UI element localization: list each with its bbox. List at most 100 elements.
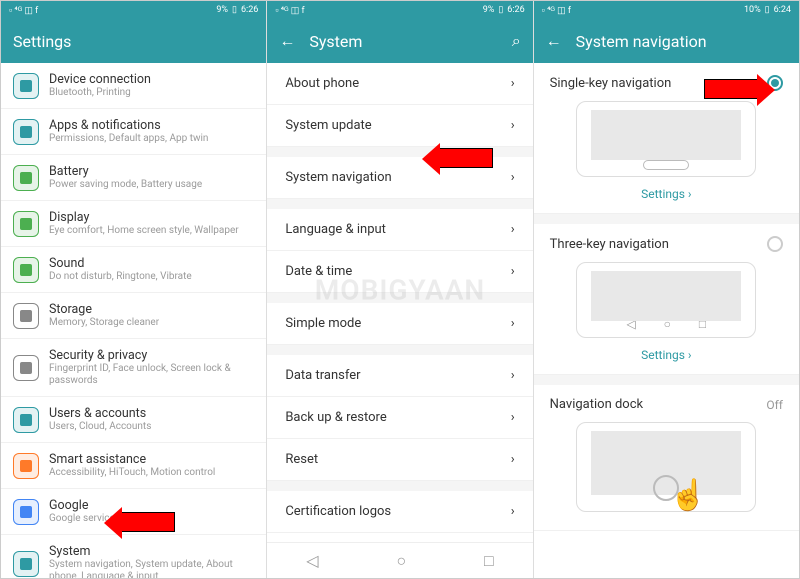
item-sub: Power saving mode, Battery usage xyxy=(49,179,254,191)
back-icon[interactable]: ← xyxy=(279,31,295,51)
settings-item[interactable]: Security & privacyFingerprint ID, Face u… xyxy=(1,339,266,397)
system-item[interactable]: System update › xyxy=(267,105,532,147)
preview-threekey: ◁○□ xyxy=(576,262,756,338)
settings-item[interactable]: Apps & notificationsPermissions, Default… xyxy=(1,109,266,155)
item-label: Storage xyxy=(49,302,254,317)
sysnav-content: Single-key navigation Settings › Three-k… xyxy=(534,63,799,578)
item-label: Reset xyxy=(285,452,318,467)
settings-item[interactable]: BatteryPower saving mode, Battery usage xyxy=(1,155,266,201)
item-label: Simple mode xyxy=(285,316,361,331)
page-title: System navigation xyxy=(576,32,787,51)
page-title: Settings xyxy=(13,32,254,51)
item-sub: Eye comfort, Home screen style, Wallpape… xyxy=(49,225,254,237)
system-item[interactable]: Date & time › xyxy=(267,251,532,293)
chevron-right-icon: › xyxy=(511,118,515,133)
option-label: Single-key navigation xyxy=(550,76,672,91)
settings-item[interactable]: SystemSystem navigation, System update, … xyxy=(1,535,266,578)
chevron-right-icon: › xyxy=(511,316,515,331)
chevron-right-icon: › xyxy=(511,76,515,91)
item-label: Users & accounts xyxy=(49,406,254,421)
page-title: System xyxy=(309,32,497,51)
system-item[interactable]: Data transfer› xyxy=(267,355,532,397)
item-icon xyxy=(13,551,39,577)
system-item[interactable]: About phone › xyxy=(267,63,532,105)
item-sub: System navigation, System update, About … xyxy=(49,559,254,578)
arrow-radio xyxy=(704,79,760,99)
item-label: System xyxy=(49,544,254,559)
settings-item[interactable]: Smart assistanceAccessibility, HiTouch, … xyxy=(1,443,266,489)
item-icon xyxy=(13,355,39,381)
arrow-sysnav xyxy=(437,148,493,168)
item-icon xyxy=(13,257,39,283)
preview-singlekey xyxy=(576,101,756,177)
item-label: Back up & restore xyxy=(285,410,386,425)
item-label: Device connection xyxy=(49,72,254,87)
settings-list[interactable]: Device connectionBluetooth, PrintingApps… xyxy=(1,63,266,578)
nav-dock-option[interactable]: Navigation dockOff ☝ xyxy=(534,385,799,531)
item-icon xyxy=(13,73,39,99)
settings-item[interactable]: SoundDo not disturb, Ringtone, Vibrate xyxy=(1,247,266,293)
topbar-settings: Settings xyxy=(1,19,266,63)
option-label: Three-key navigation xyxy=(550,237,669,252)
item-label: About phone xyxy=(285,76,359,91)
item-label: Language & input xyxy=(285,222,386,237)
settings-item[interactable]: StorageMemory, Storage cleaner xyxy=(1,293,266,339)
item-label: Battery xyxy=(49,164,254,179)
item-label: Display xyxy=(49,210,254,225)
radio-unselected[interactable] xyxy=(767,236,783,252)
system-item[interactable]: Simple mode › xyxy=(267,303,532,345)
arrow-system xyxy=(119,512,175,532)
finger-icon: ☝ xyxy=(670,478,707,513)
item-icon xyxy=(13,499,39,525)
three-key-option[interactable]: Three-key navigation ◁○□ Settings › xyxy=(534,224,799,375)
item-icon xyxy=(13,165,39,191)
settings-link[interactable]: Settings › xyxy=(550,344,783,362)
item-label: Date & time xyxy=(285,264,352,279)
topbar-sysnav: ← System navigation xyxy=(534,19,799,63)
statusbar: ▫ ⁴ᴳ ◫ f 10%▯6:24 xyxy=(534,1,799,19)
off-label: Off xyxy=(766,398,783,412)
system-item[interactable]: Certification logos › xyxy=(267,491,532,533)
chevron-right-icon: › xyxy=(511,264,515,279)
item-label: Data transfer xyxy=(285,368,360,383)
item-icon xyxy=(13,453,39,479)
status-left: ▫ ⁴ᴳ ◫ f xyxy=(9,5,38,16)
settings-link[interactable]: Settings › xyxy=(550,183,783,201)
status-right: 10%▯6:24 xyxy=(744,5,791,15)
settings-item[interactable]: Users & accountsUsers, Cloud, Accounts xyxy=(1,397,266,443)
system-item[interactable]: Reset› xyxy=(267,439,532,481)
item-sub: Users, Cloud, Accounts xyxy=(49,421,254,433)
item-sub: Do not disturb, Ringtone, Vibrate xyxy=(49,271,254,283)
item-sub: Accessibility, HiTouch, Motion control xyxy=(49,467,254,479)
navbar[interactable]: ◁○□ xyxy=(267,542,532,578)
item-label: System update xyxy=(285,118,371,133)
chevron-right-icon: › xyxy=(511,222,515,237)
item-sub: Fingerprint ID, Face unlock, Screen lock… xyxy=(49,363,254,387)
item-icon xyxy=(13,407,39,433)
system-item[interactable]: Language & input › xyxy=(267,209,532,251)
system-list[interactable]: About phone › System update › System navigat… xyxy=(267,63,532,542)
settings-item[interactable]: Device connectionBluetooth, Printing xyxy=(1,63,266,109)
status-right: 9%▯6:26 xyxy=(216,5,258,15)
settings-panel: ▫ ⁴ᴳ ◫ f 9%▯6:26 Settings Device connect… xyxy=(1,1,267,578)
item-icon xyxy=(13,303,39,329)
settings-item[interactable]: DisplayEye comfort, Home screen style, W… xyxy=(1,201,266,247)
item-label: Security & privacy xyxy=(49,348,254,363)
system-item[interactable]: Back up & restore› xyxy=(267,397,532,439)
item-label: Smart assistance xyxy=(49,452,254,467)
status-left: ▫ ⁴ᴳ ◫ f xyxy=(542,5,571,16)
item-label: Certification logos xyxy=(285,504,391,519)
item-label: Google xyxy=(49,498,254,513)
statusbar: ▫ ⁴ᴳ ◫ f 9%▯6:26 xyxy=(267,1,532,19)
item-label: System navigation xyxy=(285,170,391,185)
status-left: ▫ ⁴ᴳ ◫ f xyxy=(275,5,304,16)
chevron-right-icon: › xyxy=(511,170,515,185)
topbar-system: ← System ⌕ xyxy=(267,19,532,63)
back-icon[interactable]: ← xyxy=(546,31,562,51)
item-sub: Bluetooth, Printing xyxy=(49,87,254,99)
search-icon[interactable]: ⌕ xyxy=(512,31,521,51)
chevron-right-icon: › xyxy=(511,504,515,519)
system-panel: ▫ ⁴ᴳ ◫ f 9%▯6:26 ← System ⌕ About phone ›… xyxy=(267,1,533,578)
preview-dock: ☝ xyxy=(576,422,756,512)
item-label: Sound xyxy=(49,256,254,271)
